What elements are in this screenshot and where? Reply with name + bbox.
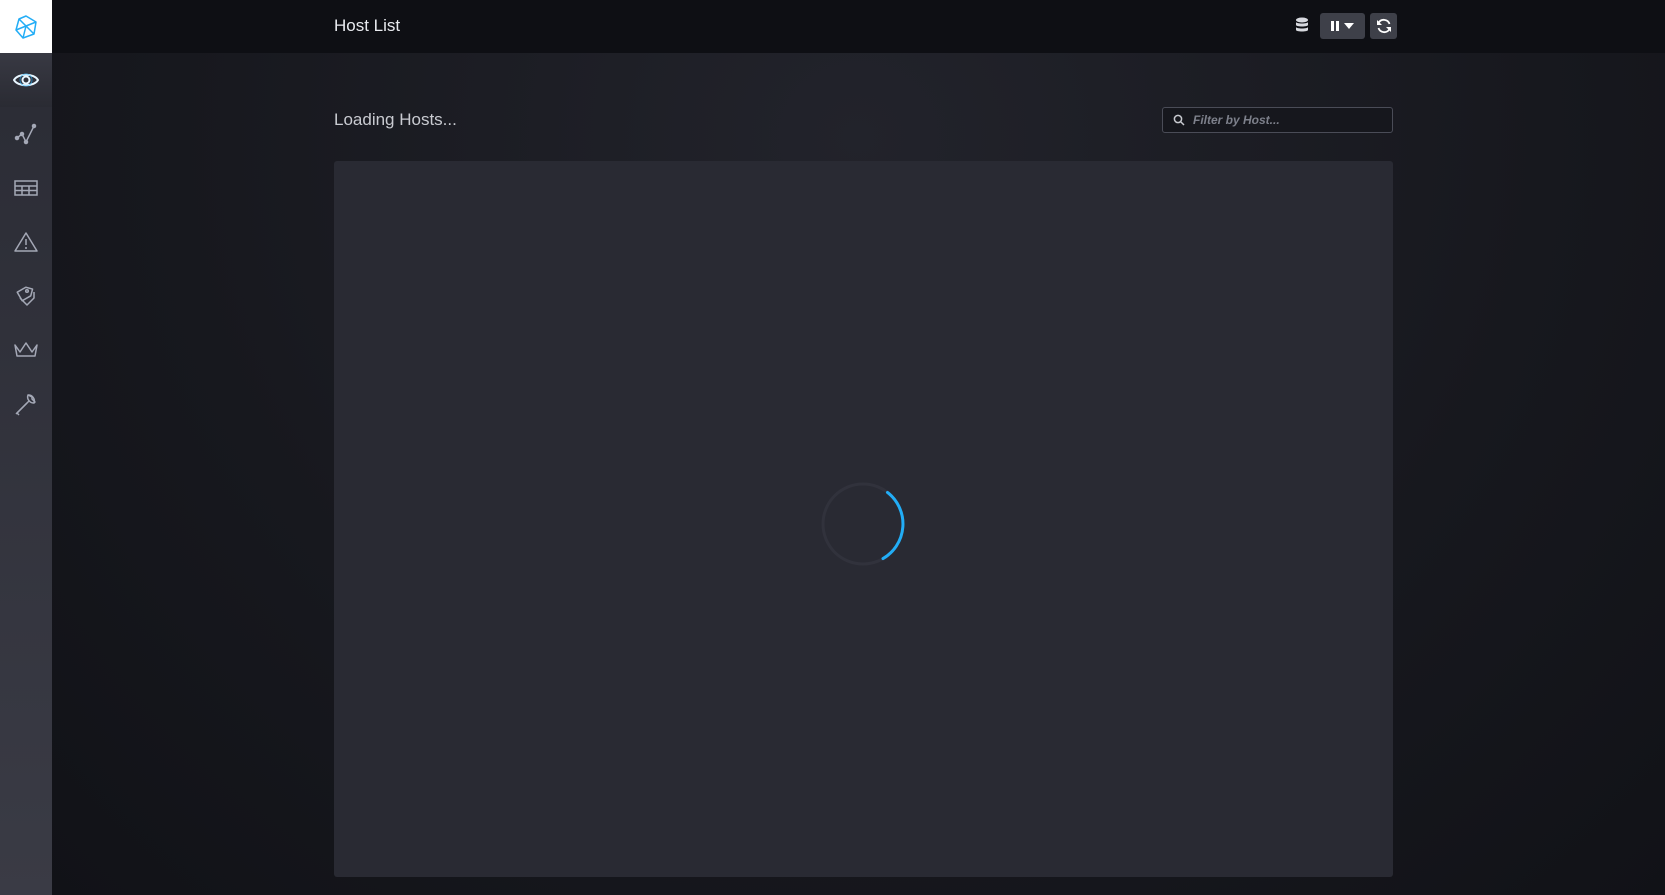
autorefresh-dropdown[interactable] bbox=[1320, 13, 1365, 39]
loading-spinner-icon bbox=[821, 482, 905, 566]
search-icon bbox=[1173, 114, 1185, 126]
sidebar-item-log-viewer[interactable] bbox=[0, 269, 52, 323]
sidebar-item-configuration[interactable] bbox=[0, 377, 52, 431]
main-content: Loading Hosts... bbox=[52, 53, 1665, 895]
eye-icon bbox=[13, 73, 39, 87]
hosts-table-panel bbox=[334, 161, 1393, 877]
refresh-icon bbox=[1376, 18, 1391, 34]
sidebar-item-alerting[interactable] bbox=[0, 215, 52, 269]
logo[interactable] bbox=[0, 0, 52, 53]
alert-triangle-icon bbox=[14, 232, 38, 252]
top-bar: Host List bbox=[52, 0, 1665, 53]
caret-down-icon bbox=[1344, 23, 1354, 29]
chronograf-logo-icon bbox=[15, 14, 37, 39]
crown-icon bbox=[14, 342, 38, 357]
database-icon bbox=[1296, 17, 1308, 32]
refresh-button[interactable] bbox=[1370, 13, 1397, 39]
sidebar bbox=[0, 0, 52, 895]
graph-icon bbox=[14, 123, 37, 145]
sidebar-item-dashboards[interactable] bbox=[0, 161, 52, 215]
tags-icon bbox=[16, 286, 35, 306]
sidebar-item-data-explorer[interactable] bbox=[0, 107, 52, 161]
table-icon bbox=[14, 180, 38, 196]
sidebar-item-host-list[interactable] bbox=[0, 53, 52, 107]
filter-field[interactable] bbox=[1162, 107, 1393, 133]
page-title: Host List bbox=[334, 16, 401, 35]
sidebar-item-admin[interactable] bbox=[0, 323, 52, 377]
source-selector[interactable] bbox=[1292, 16, 1312, 36]
filter-by-host-input[interactable] bbox=[1193, 108, 1392, 132]
pause-icon bbox=[1331, 21, 1339, 31]
hosts-count-heading: Loading Hosts... bbox=[334, 110, 457, 129]
wrench-icon bbox=[15, 394, 36, 416]
